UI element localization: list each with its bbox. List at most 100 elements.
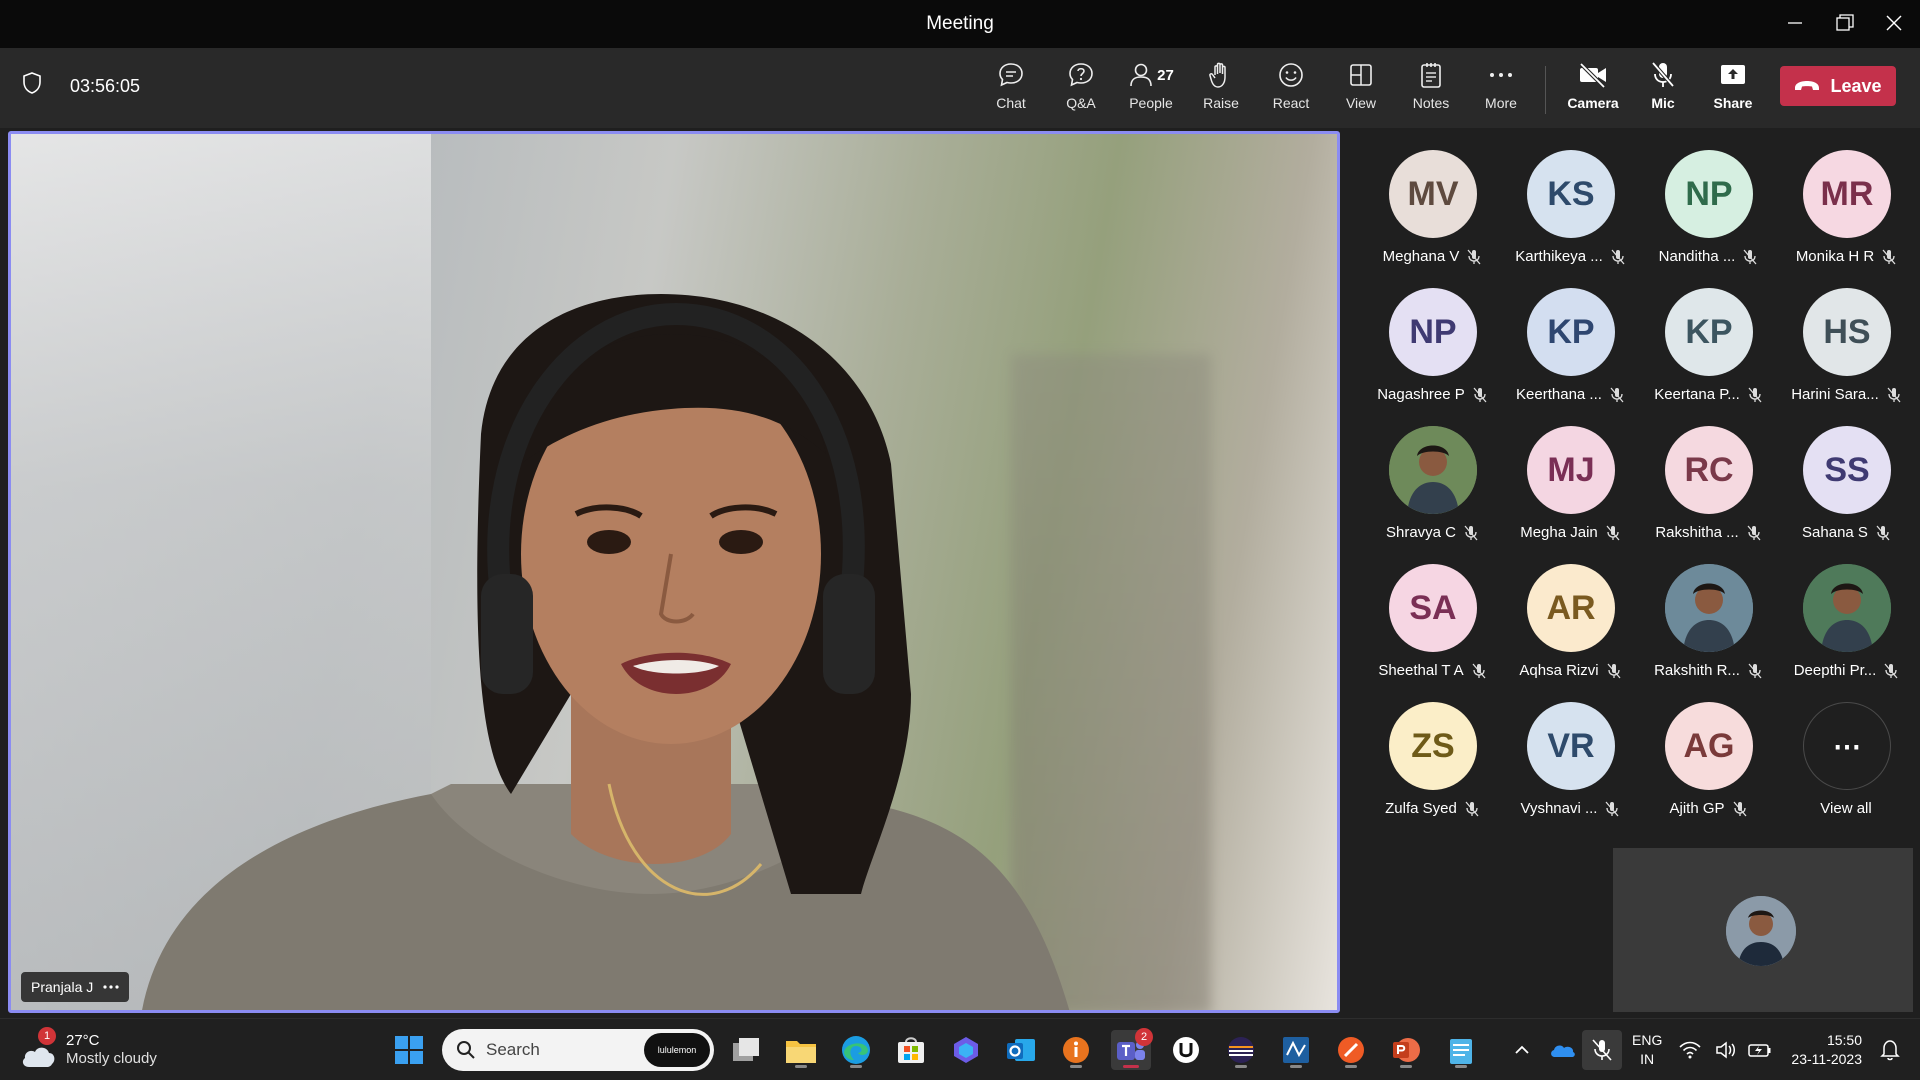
start-button[interactable] — [389, 1030, 429, 1070]
onedrive-cloud-icon — [1551, 1045, 1575, 1057]
outlook-app[interactable] — [1001, 1030, 1041, 1070]
edge-browser-app[interactable] — [836, 1030, 876, 1070]
participant-tile[interactable]: NP Nanditha ... — [1639, 150, 1777, 280]
input-language-indicator[interactable]: ENG IN — [1632, 1031, 1662, 1069]
view-all-participants-button[interactable]: ⋯ View all — [1777, 702, 1915, 832]
participant-tile[interactable]: VR Vyshnavi ... — [1501, 702, 1639, 832]
qa-button[interactable]: Q&A — [1048, 58, 1114, 120]
notification-bell-icon — [1880, 1040, 1900, 1061]
participant-avatar: KP — [1665, 288, 1753, 376]
participant-name: Rakshitha ... — [1655, 524, 1739, 541]
self-view[interactable] — [1613, 848, 1913, 1012]
postman-app[interactable] — [1331, 1030, 1371, 1070]
participant-tile[interactable]: KP Keertana P... — [1639, 288, 1777, 418]
view-button[interactable]: View — [1328, 58, 1394, 120]
participant-tile[interactable]: KS Karthikeya ... — [1501, 150, 1639, 280]
mic-button[interactable]: Mic — [1630, 58, 1696, 120]
notifications-button[interactable] — [1870, 1030, 1910, 1070]
participant-tile[interactable]: MR Monika H R — [1777, 150, 1915, 280]
weather-temperature: 27°C — [66, 1031, 100, 1049]
participant-tile[interactable]: ZS Zulfa Syed — [1363, 702, 1501, 832]
search-promo-badge[interactable]: lululemon — [644, 1033, 710, 1067]
notes-button[interactable]: Notes — [1398, 58, 1464, 120]
view-layout-icon — [1350, 64, 1372, 86]
postman-icon — [1338, 1037, 1364, 1063]
raise-hand-button[interactable]: Raise — [1188, 58, 1254, 120]
wifi-tray[interactable] — [1676, 1030, 1704, 1070]
participant-avatar: AG — [1665, 702, 1753, 790]
share-button[interactable]: Share — [1700, 58, 1766, 120]
volume-tray[interactable] — [1712, 1030, 1740, 1070]
more-button[interactable]: More — [1468, 58, 1534, 120]
minimize-button[interactable] — [1775, 8, 1815, 38]
participant-tile[interactable]: RC Rakshitha ... — [1639, 426, 1777, 556]
battery-tray[interactable] — [1746, 1030, 1774, 1070]
people-button[interactable]: 27 People — [1118, 58, 1184, 120]
mic-label: Mic — [1651, 95, 1675, 111]
speaker-person-image — [142, 294, 1070, 1010]
weather-widget[interactable]: 1 27°C Mostly cloudy — [20, 1027, 157, 1067]
participant-tile[interactable]: Rakshith R... — [1639, 564, 1777, 694]
task-view-icon — [733, 1038, 759, 1061]
leave-button[interactable]: Leave — [1780, 66, 1896, 106]
participant-name-row: Shravya C — [1363, 524, 1501, 541]
participant-tile[interactable]: Deepthi Pr... — [1777, 564, 1915, 694]
participant-tile[interactable]: KP Keerthana ... — [1501, 288, 1639, 418]
participant-tile[interactable]: MV Meghana V — [1363, 150, 1501, 280]
weather-notification-badge: 1 — [38, 1027, 56, 1045]
speaker-name-tag[interactable]: Pranjala J — [21, 972, 130, 1002]
more-label: More — [1485, 95, 1517, 111]
microsoft-store-app[interactable] — [891, 1030, 931, 1070]
info-app[interactable] — [1056, 1030, 1096, 1070]
powerpoint-app[interactable] — [1386, 1030, 1426, 1070]
taskbar-search[interactable]: Search lululemon — [442, 1029, 714, 1071]
mic-muted-icon — [1611, 249, 1625, 264]
search-placeholder: Search — [486, 1040, 540, 1059]
chat-button[interactable]: Chat — [978, 58, 1044, 120]
outlook-icon — [1007, 1039, 1035, 1061]
participant-tile[interactable]: NP Nagashree P — [1363, 288, 1501, 418]
vscode-app[interactable] — [1276, 1030, 1316, 1070]
participant-name-row: Vyshnavi ... — [1501, 800, 1639, 817]
show-hidden-icons-button[interactable] — [1502, 1030, 1542, 1070]
participant-name-row: Nagashree P — [1363, 386, 1501, 403]
eclipse-app[interactable] — [1221, 1030, 1261, 1070]
task-view-button[interactable] — [726, 1030, 766, 1070]
participant-tile[interactable]: HS Harini Sara... — [1777, 288, 1915, 418]
speaker-more-icon[interactable] — [103, 984, 119, 990]
shield-icon[interactable] — [22, 72, 42, 94]
participant-avatar — [1803, 564, 1891, 652]
camera-button[interactable]: Camera — [1560, 58, 1626, 120]
info-orange-icon — [1063, 1037, 1089, 1063]
restore-button[interactable] — [1825, 8, 1865, 38]
chat-icon — [999, 63, 1023, 87]
hang-up-icon — [1795, 81, 1820, 90]
participant-tile[interactable]: Shravya C — [1363, 426, 1501, 556]
speaker-video[interactable]: Pranjala J — [8, 131, 1340, 1013]
notepad-app[interactable] — [1441, 1030, 1481, 1070]
participant-tile[interactable]: SS Sahana S — [1777, 426, 1915, 556]
participant-tile[interactable]: AG Ajith GP — [1639, 702, 1777, 832]
folder-icon — [786, 1041, 816, 1063]
weather-condition: Mostly cloudy — [66, 1049, 157, 1067]
teams-app[interactable]: 2 — [1111, 1028, 1153, 1070]
eclipse-icon — [1228, 1037, 1254, 1063]
unified-app[interactable] — [1166, 1030, 1206, 1070]
mic-muted-icon — [1472, 663, 1486, 678]
participant-tile[interactable]: SA Sheethal T A — [1363, 564, 1501, 694]
close-button[interactable] — [1874, 8, 1914, 38]
participant-name: Nanditha ... — [1658, 248, 1736, 265]
participant-tile[interactable]: AR Aqhsa Rizvi — [1501, 564, 1639, 694]
share-label: Share — [1713, 95, 1753, 111]
taskbar-clock[interactable]: 15:50 23-11-2023 — [1791, 1031, 1862, 1069]
battery-charging-icon — [1748, 1044, 1771, 1057]
mic-muted-icon — [1473, 387, 1487, 402]
mic-muted-icon — [1607, 663, 1621, 678]
file-explorer-app[interactable] — [781, 1030, 821, 1070]
onedrive-tray[interactable] — [1542, 1030, 1582, 1070]
participant-tile[interactable]: MJ Megha Jain — [1501, 426, 1639, 556]
participant-name: Megha Jain — [1520, 524, 1598, 541]
copilot-app[interactable] — [946, 1030, 986, 1070]
mic-tray[interactable] — [1582, 1030, 1622, 1070]
react-button[interactable]: React — [1258, 58, 1324, 120]
